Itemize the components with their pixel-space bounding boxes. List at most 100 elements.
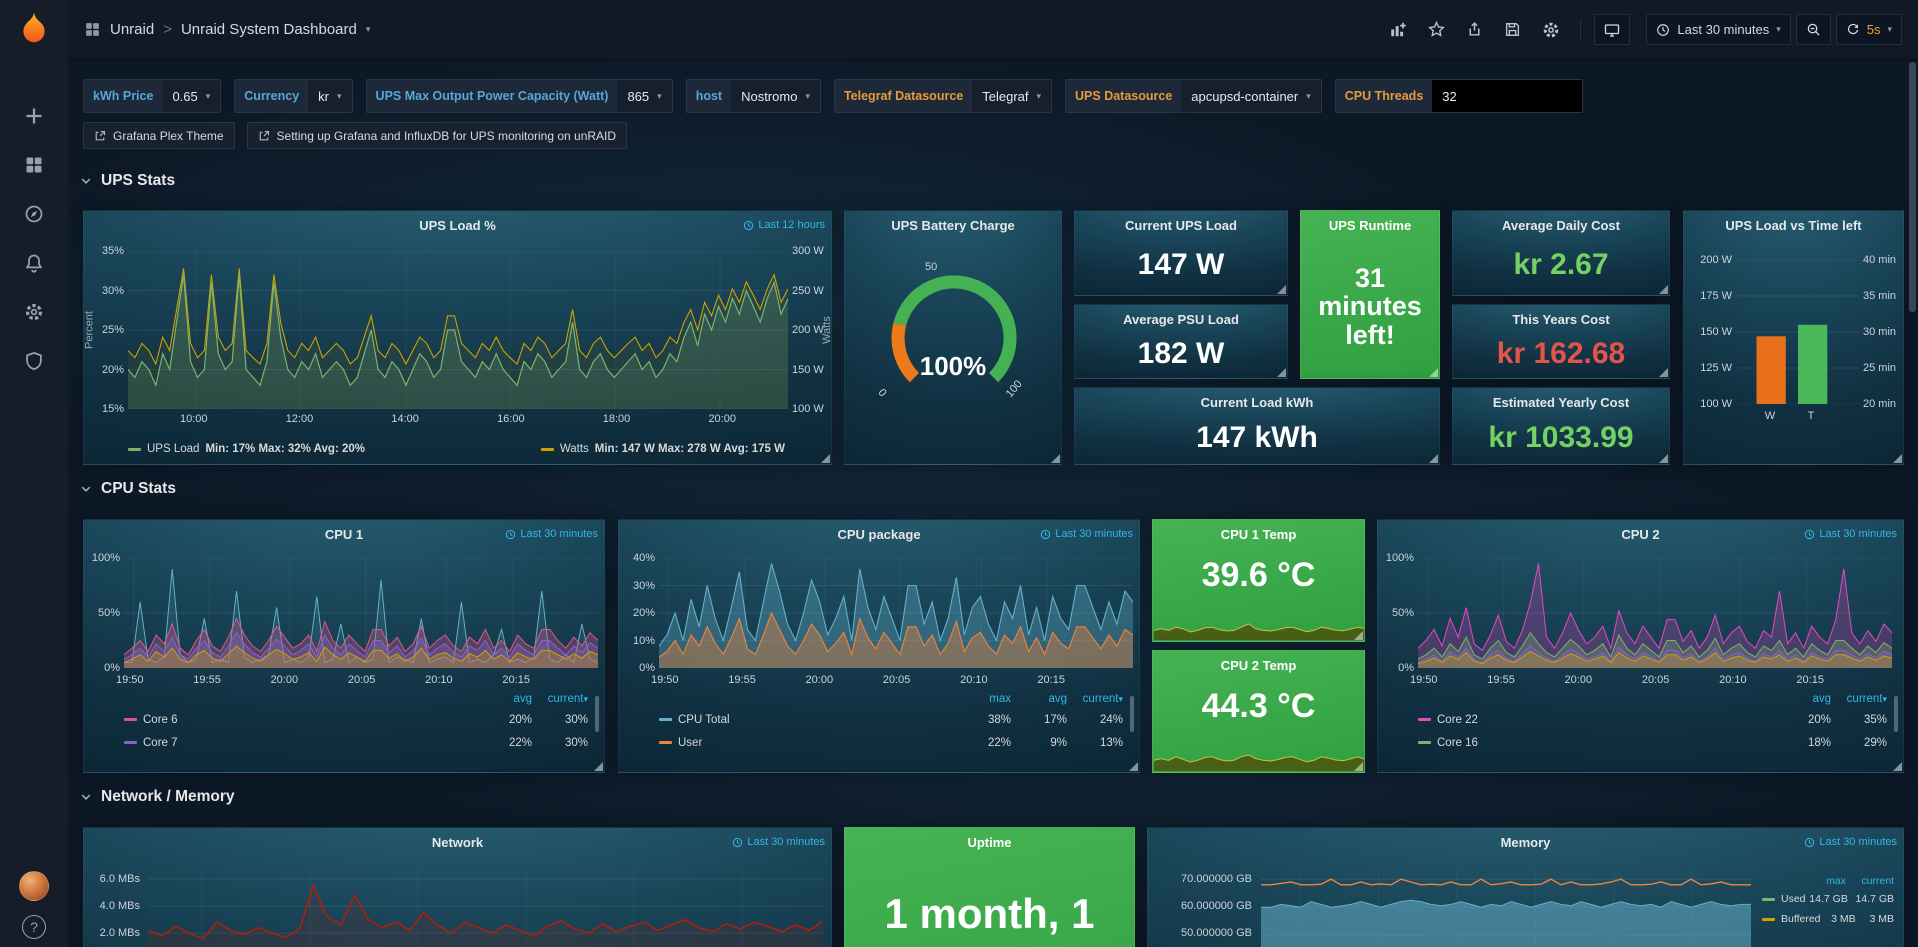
- panel-title[interactable]: Average PSU Load: [1123, 312, 1239, 327]
- variable-value-dropdown[interactable]: apcupsd-container▾: [1181, 80, 1321, 112]
- legend-scrollbar[interactable]: [595, 696, 599, 732]
- legend-item-user[interactable]: User 22% 9% 13%: [659, 731, 1123, 754]
- cpu2-chart[interactable]: [1418, 558, 1892, 668]
- panel-title[interactable]: UPS Load %: [419, 218, 496, 233]
- legend-header-avg[interactable]: avg: [1775, 693, 1831, 705]
- variable-value-dropdown[interactable]: 0.65▾: [162, 80, 220, 112]
- panel-time-range[interactable]: Last 12 hours: [743, 219, 825, 231]
- grafana-logo[interactable]: [0, 0, 68, 59]
- panel-header[interactable]: UPS Load vs Time left: [1684, 211, 1903, 239]
- legend-header-avg[interactable]: avg: [476, 693, 532, 705]
- variable-value-dropdown[interactable]: kr▾: [308, 80, 351, 112]
- legend-header-max[interactable]: max: [955, 693, 1011, 705]
- panel-title[interactable]: Estimated Yearly Cost: [1493, 395, 1629, 410]
- dashboard-grid-icon[interactable]: [84, 21, 101, 38]
- memory-chart[interactable]: [1261, 868, 1751, 947]
- panel-header[interactable]: CPU 2 Last 30 minutes: [1378, 520, 1903, 548]
- legend-header-current[interactable]: current▾: [1067, 693, 1123, 705]
- section-ups-stats[interactable]: UPS Stats: [80, 172, 175, 190]
- panel-title[interactable]: UPS Load vs Time left: [1725, 218, 1861, 233]
- legend-item-ups-load[interactable]: UPS Load Min: 17% Max: 32% Avg: 20%: [128, 443, 365, 455]
- add-panel-button[interactable]: [1382, 15, 1415, 45]
- panel-title[interactable]: This Years Cost: [1512, 312, 1609, 327]
- panel-time-range[interactable]: Last 30 minutes: [1040, 528, 1133, 540]
- breadcrumb-folder[interactable]: Unraid: [110, 21, 154, 38]
- cpu1-chart[interactable]: [124, 558, 598, 668]
- configuration-gear-icon[interactable]: [0, 287, 68, 336]
- panel-time-range[interactable]: Last 30 minutes: [505, 528, 598, 540]
- variable-host[interactable]: host Nostromo▾: [686, 79, 821, 113]
- cycle-view-button[interactable]: [1594, 14, 1630, 45]
- legend-item-core7[interactable]: Core 7 22% 30%: [124, 731, 588, 754]
- cpu-package-chart[interactable]: [659, 558, 1133, 668]
- legend-scrollbar[interactable]: [1130, 696, 1134, 732]
- breadcrumb-dashboard-title[interactable]: Unraid System Dashboard: [181, 21, 357, 38]
- panel-title[interactable]: CPU package: [837, 527, 920, 542]
- dashboards-icon[interactable]: [0, 140, 68, 189]
- panel-title[interactable]: CPU 2: [1621, 527, 1659, 542]
- cpu-threads-input[interactable]: [1432, 80, 1582, 112]
- section-cpu-stats[interactable]: CPU Stats: [80, 480, 176, 498]
- panel-time-range[interactable]: Last 30 minutes: [732, 836, 825, 848]
- panel-header[interactable]: CPU 1 Temp: [1153, 520, 1364, 548]
- panel-header[interactable]: This Years Cost: [1453, 305, 1669, 333]
- share-button[interactable]: [1458, 15, 1491, 45]
- legend-item-used[interactable]: Used 14.7 GB 14.7 GB: [1762, 889, 1894, 909]
- legend-item-core22[interactable]: Core 22 20% 35%: [1418, 708, 1887, 731]
- panel-header[interactable]: Network Last 30 minutes: [84, 828, 831, 856]
- legend-item-buffered[interactable]: Buffered 3 MB 3 MB: [1762, 909, 1894, 929]
- legend-header-max[interactable]: max: [1802, 875, 1846, 887]
- page-scrollbar[interactable]: [1909, 62, 1916, 943]
- legend-item-watts[interactable]: Watts Min: 147 W Max: 278 W Avg: 175 W: [541, 443, 785, 455]
- variable-cpu-threads[interactable]: CPU Threads: [1335, 79, 1584, 113]
- panel-title[interactable]: CPU 1 Temp: [1221, 527, 1297, 542]
- variable-ups-max-output[interactable]: UPS Max Output Power Capacity (Watt) 865…: [366, 79, 673, 113]
- panel-title[interactable]: CPU 2 Temp: [1221, 658, 1297, 673]
- panel-title[interactable]: CPU 1: [325, 527, 363, 542]
- panel-header[interactable]: Average PSU Load: [1075, 305, 1287, 333]
- save-button[interactable]: [1496, 15, 1529, 45]
- panel-time-range[interactable]: Last 30 minutes: [1804, 836, 1897, 848]
- help-icon[interactable]: ?: [22, 915, 46, 939]
- panel-title[interactable]: UPS Battery Charge: [891, 218, 1015, 233]
- legend-item-core6[interactable]: Core 6 20% 30%: [124, 708, 588, 731]
- panel-title[interactable]: Uptime: [967, 835, 1011, 850]
- panel-header[interactable]: Average Daily Cost: [1453, 211, 1669, 239]
- panel-header[interactable]: UPS Runtime: [1301, 211, 1439, 239]
- legend-header-avg[interactable]: avg: [1011, 693, 1067, 705]
- legend-item-cpu-total[interactable]: CPU Total 38% 17% 24%: [659, 708, 1123, 731]
- panel-header[interactable]: Estimated Yearly Cost: [1453, 388, 1669, 416]
- panel-title[interactable]: UPS Runtime: [1329, 218, 1411, 233]
- scrollbar-thumb[interactable]: [1909, 62, 1916, 312]
- variable-value-dropdown[interactable]: Nostromo▾: [731, 80, 820, 112]
- load-vs-time-bar-chart[interactable]: [1737, 260, 1859, 404]
- variable-currency[interactable]: Currency kr▾: [234, 79, 352, 113]
- panel-title[interactable]: Current Load kWh: [1201, 395, 1314, 410]
- star-button[interactable]: [1420, 15, 1453, 45]
- panel-header[interactable]: CPU 1 Last 30 minutes: [84, 520, 604, 548]
- ups-load-chart[interactable]: [128, 251, 788, 409]
- link-grafana-plex-theme[interactable]: Grafana Plex Theme: [83, 122, 235, 149]
- variable-kwh-price[interactable]: kWh Price 0.65▾: [83, 79, 221, 113]
- panel-header[interactable]: UPS Battery Charge: [845, 211, 1061, 239]
- legend-header-current[interactable]: current▾: [532, 693, 588, 705]
- legend-header-current[interactable]: current▾: [1831, 693, 1887, 705]
- variable-value-dropdown[interactable]: Telegraf▾: [972, 80, 1051, 112]
- panel-time-range[interactable]: Last 30 minutes: [1804, 528, 1897, 540]
- panel-title[interactable]: Current UPS Load: [1125, 218, 1237, 233]
- refresh-picker[interactable]: 5s ▾: [1836, 14, 1902, 45]
- panel-title[interactable]: Network: [432, 835, 483, 850]
- panel-header[interactable]: Current UPS Load: [1075, 211, 1287, 239]
- panel-title[interactable]: Memory: [1501, 835, 1551, 850]
- panel-header[interactable]: Current Load kWh: [1075, 388, 1439, 416]
- legend-scrollbar[interactable]: [1894, 696, 1898, 732]
- explore-icon[interactable]: [0, 189, 68, 238]
- create-icon[interactable]: [0, 91, 68, 140]
- panel-header[interactable]: UPS Load % Last 12 hours: [84, 211, 831, 239]
- panel-title[interactable]: Average Daily Cost: [1502, 218, 1620, 233]
- variable-telegraf-datasource[interactable]: Telegraf Datasource Telegraf▾: [834, 79, 1052, 113]
- time-range-picker[interactable]: Last 30 minutes ▾: [1646, 14, 1790, 45]
- legend-item-core16[interactable]: Core 16 18% 29%: [1418, 731, 1887, 754]
- variable-ups-datasource[interactable]: UPS Datasource apcupsd-container▾: [1065, 79, 1322, 113]
- panel-header[interactable]: CPU 2 Temp: [1153, 651, 1364, 679]
